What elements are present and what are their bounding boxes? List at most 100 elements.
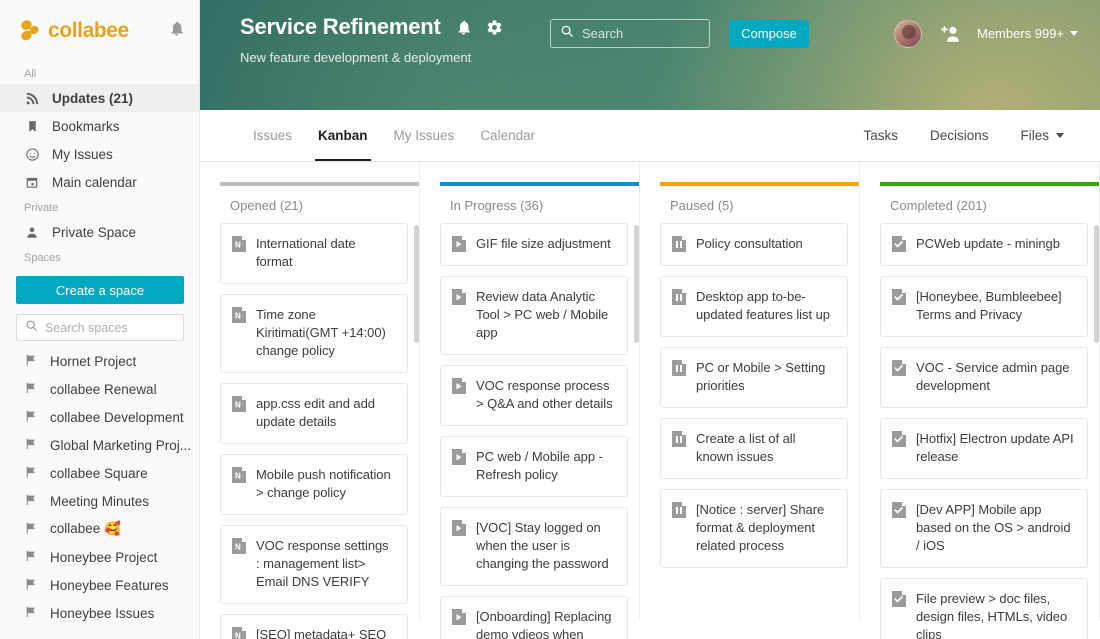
check-document-icon (892, 360, 906, 376)
space-item[interactable]: Hornet Project (0, 347, 199, 375)
avatar[interactable] (894, 19, 922, 48)
card-title: [Dev APP] Mobile app based on the OS > a… (916, 502, 1071, 553)
tab-issues[interactable]: Issues (240, 110, 305, 161)
space-search-box[interactable] (16, 314, 184, 341)
kanban-card[interactable]: [Honeybee, Bumbleebee] Terms and Privacy (880, 276, 1088, 337)
kanban-card[interactable]: Desktop app to-be-updated features list … (660, 276, 848, 337)
header-search-box[interactable] (550, 19, 710, 48)
tab-tasks-label: Tasks (863, 128, 898, 143)
space-item[interactable]: collabee 🥰 (0, 515, 199, 543)
space-item[interactable]: Honeybee Project (0, 543, 199, 571)
page-title: Service Refinement (240, 14, 441, 39)
gear-icon[interactable] (486, 19, 503, 36)
kanban-card[interactable]: [VOC] Stay logged on when the user is ch… (440, 507, 628, 586)
space-item[interactable]: Honeybee Issues (0, 599, 199, 627)
note-document-icon: N (232, 236, 246, 252)
sidebar-item-updates[interactable]: Updates (21) (0, 84, 199, 112)
svg-text:N: N (235, 543, 241, 552)
calendar-icon (24, 174, 40, 190)
sidebar-item-private-space[interactable]: Private Space (0, 218, 199, 246)
flag-icon (24, 381, 38, 398)
create-space-button[interactable]: Create a space (16, 276, 184, 304)
pause-document-icon (672, 431, 686, 447)
flag-icon (24, 465, 38, 482)
space-item[interactable]: collabee Development (0, 403, 199, 431)
flag-icon (24, 521, 38, 538)
column-card-list: PCWeb update - miningb [Honeybee, Bumble… (880, 223, 1100, 639)
note-document-icon: N (232, 467, 246, 483)
space-item[interactable]: Meeting Minutes (0, 487, 199, 515)
kanban-card[interactable]: Review data Analytic Tool > PC web / Mob… (440, 276, 628, 355)
kanban-card[interactable]: N Time zone Kiritimati(GMT +14:00) chang… (220, 294, 408, 373)
space-item[interactable]: collabee Renewal (0, 375, 199, 403)
kanban-card[interactable]: PCWeb update - miningb (880, 223, 1088, 266)
sidebar-item-label: Main calendar (52, 174, 137, 190)
tab-decisions-label: Decisions (929, 128, 989, 143)
space-item[interactable]: Honeybee Features (0, 571, 199, 599)
tab-decisions[interactable]: Decisions (914, 128, 1005, 143)
kanban-card[interactable]: GIF file size adjustment (440, 223, 628, 266)
kanban-card[interactable]: N VOC response settings : management lis… (220, 525, 408, 604)
sidebar-item-label: My Issues (52, 146, 113, 162)
kanban-card[interactable]: [Onboarding] Replacing demo vdieos when … (440, 596, 628, 639)
column-card-list: GIF file size adjustment Review data Ana… (440, 223, 640, 639)
kanban-card[interactable]: N Mobile push notification > change poli… (220, 454, 408, 515)
flag-icon (24, 437, 38, 454)
kanban-card[interactable]: N [SEO] metadata+ SEO optimization- Mark… (220, 614, 408, 639)
brand-logo[interactable]: collabee (20, 19, 129, 43)
kanban-card[interactable]: VOC response process > Q&A and other det… (440, 365, 628, 426)
tabs-left: Issues Kanban My Issues Calendar (200, 110, 548, 161)
space-item[interactable]: Global Marketing Proj... (0, 431, 199, 459)
kanban-card[interactable]: File preview > doc files, design files, … (880, 578, 1088, 639)
kanban-column-in-progress: In Progress (36) GIF file size adjustmen… (440, 162, 640, 639)
sidebar-item-my-issues[interactable]: My Issues (0, 140, 199, 168)
space-list: Hornet Project collabee Renewal collabee… (0, 347, 199, 627)
kanban-column-completed: Completed (201) PCWeb update - miningb [… (880, 162, 1100, 639)
kanban-card[interactable]: PC or Mobile > Setting priorities (660, 347, 848, 408)
tab-kanban[interactable]: Kanban (305, 110, 381, 161)
compose-button[interactable]: Compose (729, 19, 809, 48)
sidebar-bell-icon[interactable] (168, 20, 185, 42)
kanban-card[interactable]: [Notice : server] Share format & deploym… (660, 489, 848, 568)
kanban-card[interactable]: Create a list of all known issues (660, 418, 848, 479)
flag-icon (24, 353, 38, 370)
kanban-card[interactable]: N International date format (220, 223, 408, 284)
tab-my-issues[interactable]: My Issues (381, 110, 468, 161)
space-search-input[interactable] (45, 320, 165, 335)
kanban-card[interactable]: [Dev APP] Mobile app based on the OS > a… (880, 489, 1088, 568)
column-header-paused: Paused (5) (670, 198, 734, 213)
sidebar-logo-row: collabee (0, 0, 199, 62)
column-header-in-progress: In Progress (36) (450, 198, 544, 213)
brand-name: collabee (48, 19, 129, 42)
flag-icon (24, 493, 38, 510)
kanban-card[interactable]: [Hotfix] Electron update API release (880, 418, 1088, 479)
sidebar-section-label-all: All (24, 68, 37, 80)
add-person-icon[interactable] (940, 25, 961, 43)
sidebar-item-bookmarks[interactable]: Bookmarks (0, 112, 199, 140)
column-card-list: N International date format N Time zone … (220, 223, 420, 639)
search-icon (560, 24, 574, 43)
sidebar-item-main-calendar[interactable]: Main calendar (0, 168, 199, 196)
tab-tasks[interactable]: Tasks (847, 128, 914, 143)
card-title: [SEO] metadata+ SEO optimization- Markup… (256, 627, 387, 639)
bell-icon[interactable] (455, 19, 472, 36)
header-search-input[interactable] (582, 26, 692, 41)
kanban-card[interactable]: N app.css edit and add update details (220, 383, 408, 444)
kanban-card[interactable]: VOC - Service admin page development (880, 347, 1088, 408)
kanban-card[interactable]: Policy consultation (660, 223, 848, 266)
kanban-card[interactable]: PC web / Mobile app - Refresh policy (440, 436, 628, 497)
card-title: PC or Mobile > Setting priorities (696, 360, 826, 393)
tab-calendar[interactable]: Calendar (467, 110, 548, 161)
sidebar-section-private: Private Private Space (0, 196, 199, 246)
card-title: Create a list of all known issues (696, 431, 796, 464)
kanban-board: Opened (21) N International date format … (200, 162, 1100, 639)
card-title: [Honeybee, Bumbleebee] Terms and Privacy (916, 289, 1062, 322)
sidebar-item-label: Updates (21) (52, 90, 134, 106)
workspace-banner: Service Refinement New feature developme… (200, 0, 1100, 110)
space-item-label: collabee 🥰 (50, 521, 121, 536)
tab-bar: Issues Kanban My Issues Calendar Tasks D… (200, 110, 1100, 162)
collabee-bee-logo-icon (20, 19, 42, 43)
members-dropdown[interactable]: Members 999+ (977, 26, 1079, 41)
space-item[interactable]: collabee Square (0, 459, 199, 487)
tab-files[interactable]: Files (1004, 128, 1080, 143)
